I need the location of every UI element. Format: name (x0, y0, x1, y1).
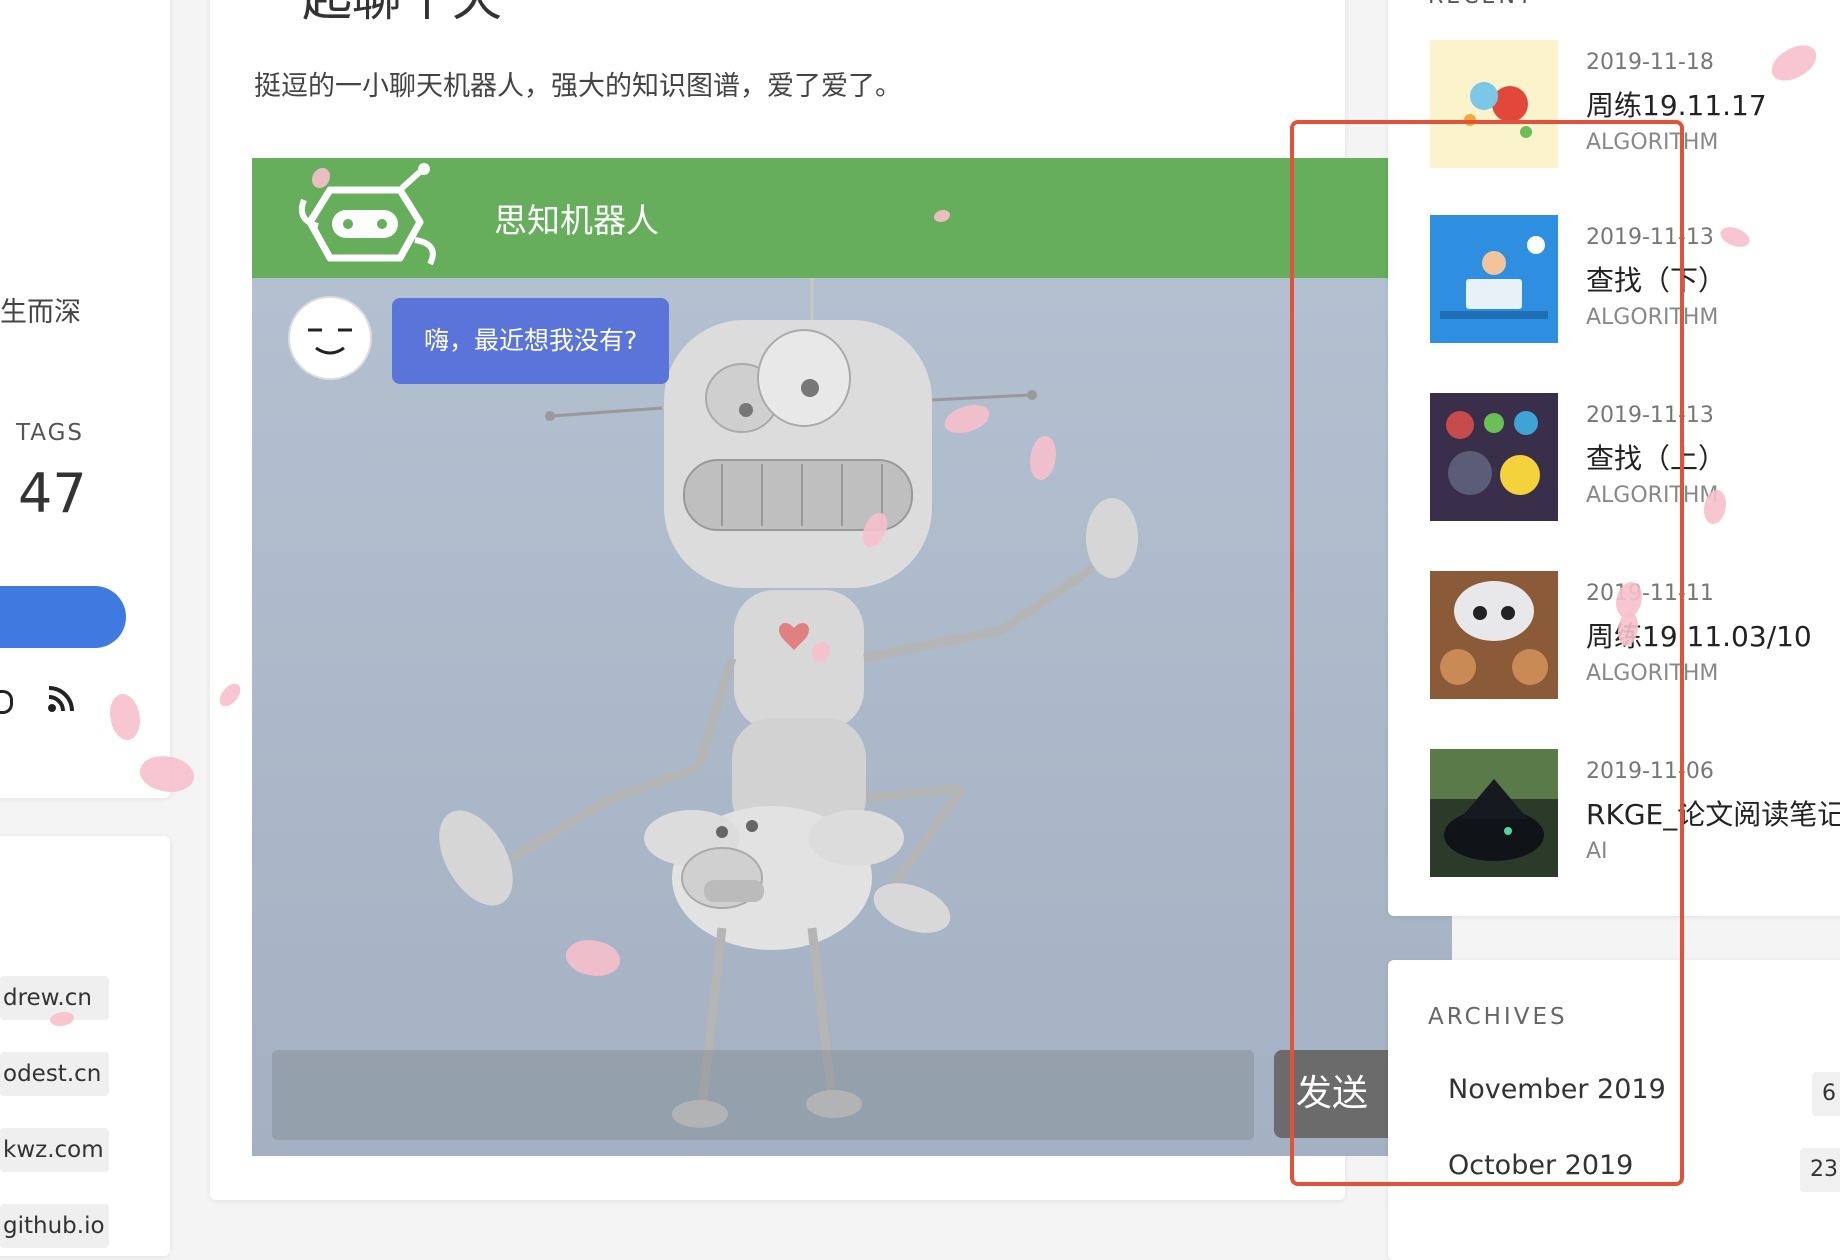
friend-link[interactable]: odest.cn (0, 1052, 109, 1096)
post-title-link[interactable]: RKGE_论文阅读笔记 (1586, 793, 1840, 833)
follow-button[interactable] (0, 586, 126, 648)
post-title[interactable]: 一起聊个天 (252, 0, 502, 30)
post-category[interactable]: ALGORITHM (1586, 305, 1718, 330)
friend-link[interactable]: kwz.com (0, 1128, 109, 1172)
archive-count: 23 (1800, 1148, 1840, 1192)
post-thumbnail[interactable] (1430, 393, 1558, 521)
archive-month-link[interactable]: October 2019 (1448, 1150, 1633, 1181)
post-category[interactable]: ALGORITHM (1586, 130, 1718, 155)
archives-card: ARCHIVES November 2019 6 October 2019 23 (1388, 960, 1840, 1260)
tags-label: TAGS (16, 420, 85, 446)
recent-posts-card: RECENT 2019-11-18 周练19.11.17 ALGORITHM 2… (1388, 0, 1840, 916)
recent-post[interactable]: 2019-11-06 RKGE_论文阅读笔记 AI (1430, 749, 1840, 879)
post-title-link[interactable]: 周练19.11.17 (1586, 84, 1767, 124)
bot-avatar (290, 298, 370, 378)
post-description: 挺逗的一小聊天机器人，强大的知识图谱，爱了爱了。 (254, 71, 902, 102)
chat-header: 思知机器人 (252, 158, 1452, 278)
post-date: 2019-11-13 (1586, 403, 1714, 428)
recent-label: RECENT (1428, 0, 1534, 9)
post-date: 2019-11-11 (1586, 581, 1714, 606)
post-thumbnail[interactable] (1430, 571, 1558, 699)
archive-count: 6 (1812, 1072, 1840, 1116)
archives-label: ARCHIVES (1428, 1004, 1568, 1030)
recent-post[interactable]: 2019-11-13 查找（上） ALGORITHM (1430, 393, 1840, 523)
profile-card: 生而深 TAGS 47 (0, 0, 170, 798)
archive-month-link[interactable]: November 2019 (1448, 1074, 1666, 1105)
profile-description: 生而深 (0, 297, 81, 328)
rss-icon[interactable] (46, 684, 76, 714)
github-icon[interactable] (0, 690, 13, 714)
bot-message: 嗨，最近想我没有? (392, 298, 670, 384)
robot-illustration (439, 278, 1138, 1128)
post-date: 2019-11-13 (1586, 225, 1714, 250)
post-thumbnail[interactable] (1430, 40, 1558, 168)
post-thumbnail[interactable] (1430, 215, 1558, 343)
tags-count[interactable]: 47 (18, 462, 87, 525)
chatbot-widget: 思知机器人 嗨，最近想我没有? 发送 (252, 158, 1452, 1156)
sleepy-face-icon (308, 328, 352, 355)
post-title-link[interactable]: 查找（下） (1586, 259, 1726, 299)
chat-title: 思知机器人 (494, 201, 659, 240)
post-thumbnail[interactable] (1430, 749, 1558, 877)
post-date: 2019-11-06 (1586, 759, 1714, 784)
recent-post[interactable]: 2019-11-13 查找（下） ALGORITHM (1430, 215, 1840, 345)
post-title-link[interactable]: 查找（上） (1586, 437, 1726, 477)
post-date: 2019-11-18 (1586, 50, 1714, 75)
post-category[interactable]: ALGORITHM (1586, 483, 1718, 508)
chat-input[interactable] (272, 1050, 1254, 1140)
post-category[interactable]: ALGORITHM (1586, 661, 1718, 686)
friend-links-card: drew.cn odest.cn kwz.com github.io (0, 836, 170, 1256)
post-category[interactable]: AI (1586, 839, 1608, 864)
friend-link[interactable]: github.io (0, 1204, 109, 1248)
